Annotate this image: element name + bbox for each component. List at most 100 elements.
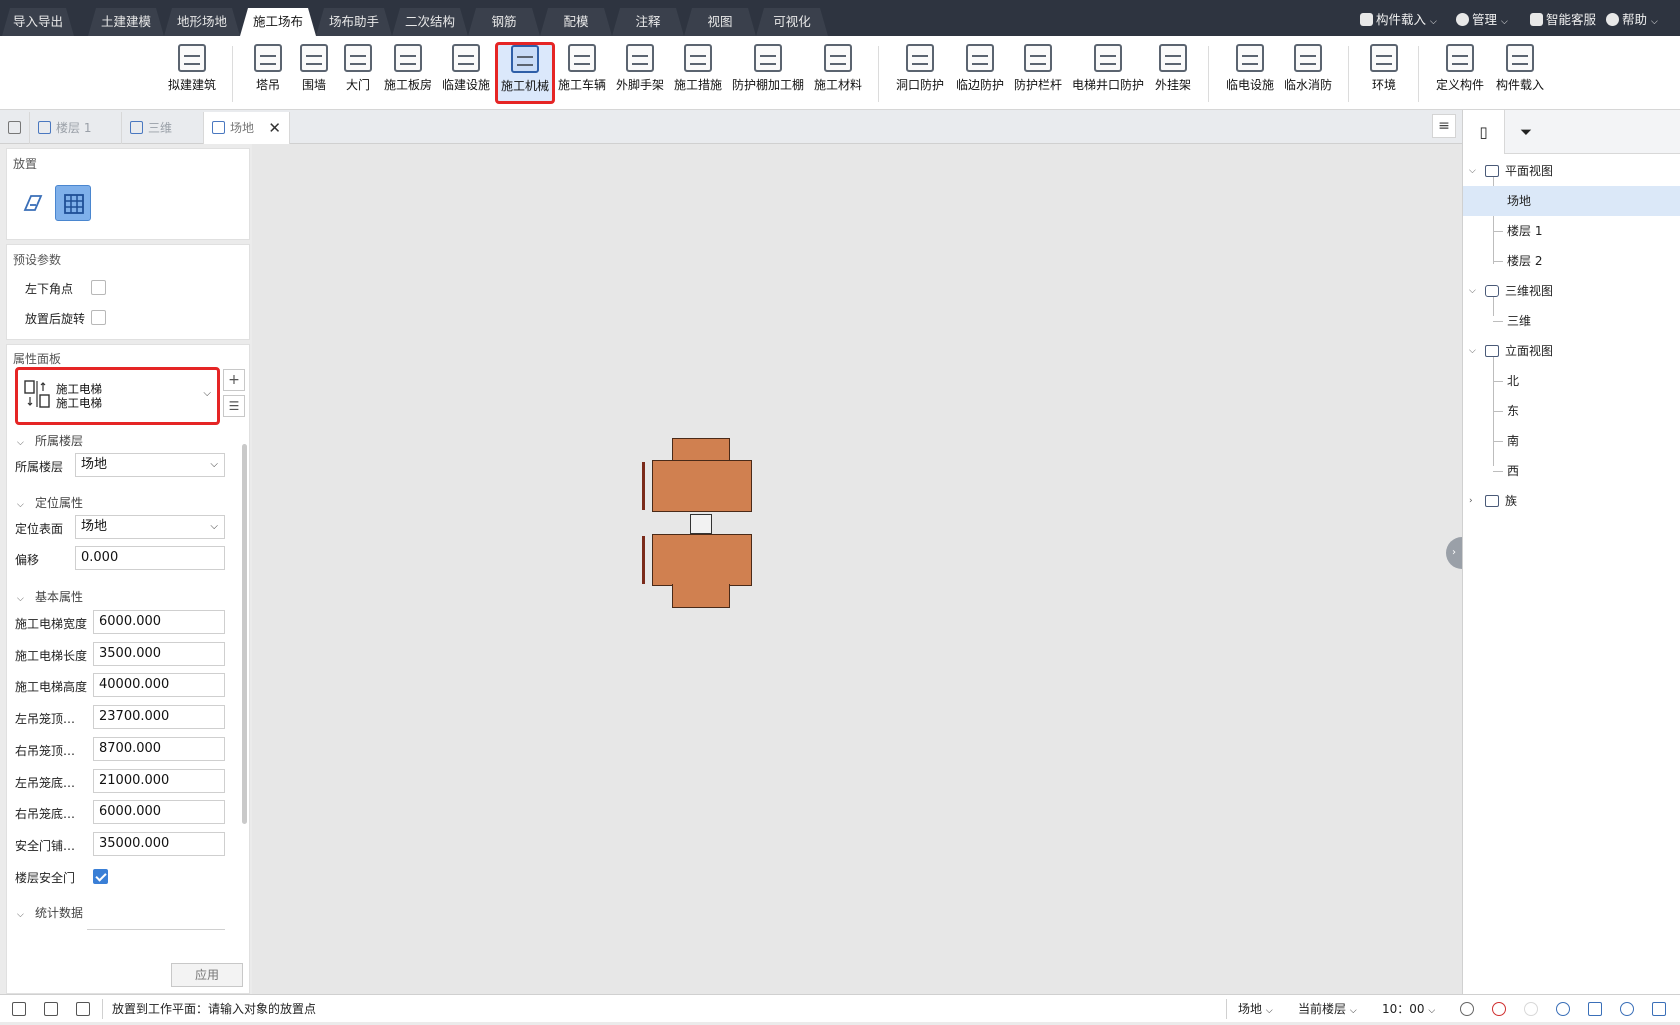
menu-tab-layout-assistant[interactable]: 场布助手 <box>316 8 392 36</box>
menu-tab-view[interactable]: 视图 <box>684 8 756 36</box>
tree-plan-view[interactable]: ⌵ 平面视图 <box>1463 156 1680 186</box>
menu-tab-rebar[interactable]: 钢筋 <box>468 8 540 36</box>
ribbon-external-scaffold[interactable]: 外脚手架 <box>612 44 668 104</box>
menu-tab-secondary-structure[interactable]: 二次结构 <box>392 8 468 36</box>
tree-east[interactable]: 东 <box>1463 396 1680 426</box>
ribbon-gate[interactable]: 大门 <box>336 44 380 104</box>
drawing-canvas[interactable] <box>252 144 1462 994</box>
tab-site[interactable]: 场地 ✕ <box>204 112 290 144</box>
elevator-cage-top[interactable] <box>652 460 752 512</box>
elevator-cage-bottom-extension[interactable] <box>672 584 730 608</box>
elevator-mast[interactable] <box>690 514 712 534</box>
ribbon-edge-protection[interactable]: 临边防护 <box>952 44 1008 104</box>
offset-input[interactable]: 0.000 <box>75 546 225 570</box>
ribbon-proposed-building[interactable]: 拟建建筑 <box>162 44 222 104</box>
left-cage-bottom-input[interactable]: 21000.000 <box>93 769 225 793</box>
elevator-width-input[interactable]: 6000.000 <box>93 610 225 634</box>
ribbon-tower-crane[interactable]: 塔吊 <box>246 44 290 104</box>
ribbon-fence[interactable]: 围墙 <box>292 44 336 104</box>
menu-tab-civil-modeling[interactable]: 土建建模 <box>88 8 164 36</box>
ribbon-environment[interactable]: 环境 <box>1364 44 1404 104</box>
view-browser-tab[interactable]: ▯ <box>1463 110 1505 154</box>
menu-tab-formwork[interactable]: 配模 <box>540 8 612 36</box>
component-type-select[interactable]: 施工电梯 施工电梯 ⌵ <box>15 367 220 425</box>
component-load-menu[interactable]: 构件载入 ⌵ <box>1360 10 1437 30</box>
place-on-workplane-button[interactable] <box>15 185 51 221</box>
safety-door-input[interactable]: 35000.000 <box>93 832 225 856</box>
ribbon-opening-protection[interactable]: 洞口防护 <box>892 44 948 104</box>
ribbon-hanging-frame[interactable]: 外挂架 <box>1150 44 1196 104</box>
menu-tab-visualization[interactable]: 可视化 <box>756 8 828 36</box>
floor-select[interactable]: 场地 ⌵ <box>75 453 225 477</box>
tab-list-button[interactable] <box>0 112 30 144</box>
surface-select[interactable]: 场地 ⌵ <box>75 515 225 539</box>
tree-south[interactable]: 南 <box>1463 426 1680 456</box>
ribbon-protection-shed[interactable]: 防护棚加工棚 <box>730 44 806 104</box>
ribbon-site-office[interactable]: 施工板房 <box>378 44 438 104</box>
type-list-button[interactable]: ☰ <box>223 395 245 417</box>
tree-west[interactable]: 西 <box>1463 456 1680 486</box>
layout-split-icon[interactable] <box>44 1002 58 1016</box>
right-cage-bottom-input[interactable]: 6000.000 <box>93 800 225 824</box>
cube-icon[interactable] <box>1652 1002 1666 1016</box>
manage-menu[interactable]: 管理 ⌵ <box>1456 10 1508 30</box>
floor-scope-select[interactable]: 当前楼层 ⌵ <box>1298 995 1357 1023</box>
ribbon-construction-vehicle[interactable]: 施工车辆 <box>556 44 608 104</box>
tree-north[interactable]: 北 <box>1463 366 1680 396</box>
elevator-length-input[interactable]: 3500.000 <box>93 642 225 666</box>
ribbon-construction-machinery[interactable]: 施工机械 <box>495 42 555 104</box>
rotate-after-place-checkbox[interactable] <box>91 310 106 325</box>
close-icon[interactable]: ✕ <box>268 112 281 144</box>
ribbon-elevator-shaft-protection[interactable]: 电梯井口防护 <box>1068 44 1148 104</box>
help-menu[interactable]: 帮助 ⌵ <box>1606 10 1658 30</box>
tree-floor-1[interactable]: 楼层 1 <box>1463 216 1680 246</box>
ribbon-define-component[interactable]: 定义构件 <box>1432 44 1488 104</box>
tab-3d[interactable]: 三维 <box>122 112 204 144</box>
group-stats[interactable]: ⌵ 统计数据 <box>17 904 83 921</box>
tree-3d[interactable]: 三维 <box>1463 306 1680 336</box>
ribbon-guardrail[interactable]: 防护栏杆 <box>1010 44 1066 104</box>
table-icon[interactable] <box>1588 1002 1602 1016</box>
time-select[interactable]: 10：00 ⌵ <box>1382 995 1435 1023</box>
left-cage-top-input[interactable]: 23700.000 <box>93 705 225 729</box>
filter-tab[interactable]: ⏷ <box>1505 110 1547 154</box>
ribbon-construction-measures[interactable]: 施工措施 <box>670 44 726 104</box>
tree-elevation-view[interactable]: ⌵ 立面视图 <box>1463 336 1680 366</box>
tree-family[interactable]: › 族 <box>1463 486 1680 516</box>
zoom-icon[interactable] <box>1620 1002 1634 1016</box>
snap-off-icon[interactable] <box>1492 1002 1506 1016</box>
tree-3d-view[interactable]: ⌵ 三维视图 <box>1463 276 1680 306</box>
group-floor[interactable]: ⌵ 所属楼层 <box>17 432 83 449</box>
bottom-left-corner-checkbox[interactable] <box>91 280 106 295</box>
bulb-icon[interactable] <box>1524 1002 1538 1016</box>
group-basic[interactable]: ⌵ 基本属性 <box>17 588 83 605</box>
floor-safety-door-checkbox[interactable] <box>93 869 108 884</box>
tree-floor-2[interactable]: 楼层 2 <box>1463 246 1680 276</box>
menu-tab-site-layout[interactable]: 施工场布 <box>240 8 316 36</box>
layout-tiles-icon[interactable] <box>76 1002 90 1016</box>
settings-icon[interactable] <box>1556 1002 1570 1016</box>
tab-floor-1[interactable]: 楼层 1 <box>30 112 122 144</box>
scope-select[interactable]: 场地 ⌵ <box>1238 995 1273 1023</box>
ribbon-temporary-facility[interactable]: 临建设施 <box>436 44 496 104</box>
group-position[interactable]: ⌵ 定位属性 <box>17 494 83 511</box>
menu-tab-terrain[interactable]: 地形场地 <box>164 8 240 36</box>
elevator-cage-top-extension[interactable] <box>672 438 730 462</box>
add-type-button[interactable]: + <box>223 369 245 391</box>
tab-menu-button[interactable]: ≡ <box>1432 114 1456 138</box>
layout-grid-icon[interactable] <box>12 1002 26 1016</box>
properties-scrollbar[interactable] <box>242 444 247 824</box>
apply-button[interactable]: 应用 <box>171 963 243 987</box>
menu-tab-annotation[interactable]: 注释 <box>612 8 684 36</box>
right-cage-top-input[interactable]: 8700.000 <box>93 737 225 761</box>
ribbon-fire-protection[interactable]: 临水消防 <box>1280 44 1336 104</box>
sun-icon[interactable] <box>1460 1002 1474 1016</box>
ribbon-construction-material[interactable]: 施工材料 <box>808 44 868 104</box>
ribbon-temporary-power[interactable]: 临电设施 <box>1222 44 1278 104</box>
place-on-grid-button[interactable] <box>55 185 91 221</box>
elevator-height-input[interactable]: 40000.000 <box>93 673 225 697</box>
ribbon-component-load[interactable]: 构件载入 <box>1492 44 1548 104</box>
service-button[interactable]: 智能客服 <box>1530 10 1596 30</box>
tree-site[interactable]: 场地 <box>1463 186 1680 216</box>
menu-tab-import-export[interactable]: 导入导出 <box>2 8 74 36</box>
